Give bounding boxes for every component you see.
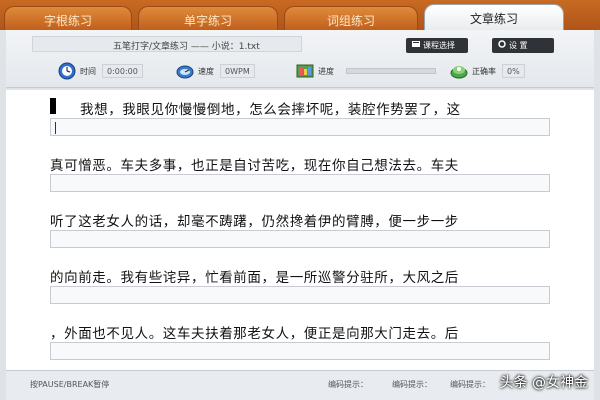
settings-icon (498, 40, 506, 48)
time-value: 0:00:00 (102, 64, 143, 78)
clock-icon (58, 62, 76, 80)
progress-bar (346, 68, 436, 74)
accuracy-stat: 正确率 0% (450, 62, 525, 80)
typing-input[interactable] (50, 286, 550, 304)
choose-course-label: 课程选择 (423, 41, 455, 50)
text-cursor (50, 98, 56, 114)
progress-icon (296, 62, 314, 80)
tab-article-practice[interactable]: 文章练习 (424, 4, 564, 30)
speedometer-icon (176, 62, 194, 80)
typing-area: 我想，我眼见你慢慢倒地，怎么会摔坏呢，装腔作势罢了，这 真可憎恶。车夫多事，也正… (6, 90, 594, 370)
progress-label: 进度 (318, 66, 334, 76)
time-label: 时间 (80, 66, 96, 76)
settings-label: 设 置 (509, 41, 528, 50)
code-hint-1: 编码提示： (328, 380, 368, 389)
tab-radical-practice[interactable]: 字根练习 (4, 6, 132, 30)
typing-input[interactable] (50, 118, 550, 136)
tab-single-char-practice[interactable]: 单字练习 (138, 6, 278, 30)
source-text-line: 听了这老女人的话，却毫不踌躇，仍然搀着伊的臂膊，便一步一步 (50, 214, 459, 230)
source-text-line: 我想，我眼见你慢慢倒地，怎么会摔坏呢，装腔作势罢了，这 (50, 96, 550, 118)
input-caret (55, 122, 56, 134)
typing-input[interactable] (50, 174, 550, 192)
typing-line-3: 听了这老女人的话，却毫不踌躇，仍然搀着伊的臂膊，便一步一步 (50, 208, 550, 248)
file-info: 五笔打字/文章练习 —— 小说：1.txt (32, 36, 302, 52)
source-text-line: 真可憎恶。车夫多事，也正是自讨苦吃，现在你自己想法去。车夫 (50, 158, 459, 174)
accuracy-label: 正确率 (472, 66, 496, 76)
code-hint-3: 编码提示： (450, 380, 490, 389)
tab-bar: 字根练习 单字练习 词组练习 文章练习 (0, 0, 600, 30)
pause-hint: 按PAUSE/BREAK暂停 (30, 380, 110, 389)
tab-phrase-practice[interactable]: 词组练习 (284, 6, 418, 30)
time-stat: 时间 0:00:00 (58, 62, 143, 80)
choose-course-button[interactable]: 课程选择 (406, 38, 468, 53)
speed-label: 速度 (198, 66, 214, 76)
typing-line-5: ，外面也不见人。这车夫扶着那老女人，便正是向那大门走去。后 (50, 320, 550, 360)
control-panel: 五笔打字/文章练习 —— 小说：1.txt 课程选择 设 置 时间 0:00:0… (6, 30, 594, 88)
typing-line-2: 真可憎恶。车夫多事，也正是自讨苦吃，现在你自己想法去。车夫 (50, 152, 550, 192)
typing-input[interactable] (50, 342, 550, 360)
accuracy-value: 0% (502, 64, 525, 78)
watermark: 头条 @女神金 (499, 375, 588, 391)
accuracy-icon (450, 62, 468, 80)
speed-stat: 速度 0WPM (176, 62, 255, 80)
source-text-line: ，外面也不见人。这车夫扶着那老女人，便正是向那大门走去。后 (50, 326, 459, 342)
code-hint-2: 编码提示： (392, 380, 432, 389)
typing-line-4: 的向前走。我有些诧异，忙看前面，是一所巡警分驻所，大风之后 (50, 264, 550, 304)
source-text-line: 的向前走。我有些诧异，忙看前面，是一所巡警分驻所，大风之后 (50, 270, 459, 286)
progress-stat: 进度 (296, 62, 436, 80)
settings-button[interactable]: 设 置 (492, 38, 554, 53)
typing-input[interactable] (50, 230, 550, 248)
speed-value: 0WPM (220, 64, 255, 78)
typing-line-1: 我想，我眼见你慢慢倒地，怎么会摔坏呢，装腔作势罢了，这 (50, 96, 550, 136)
course-icon (412, 40, 420, 48)
